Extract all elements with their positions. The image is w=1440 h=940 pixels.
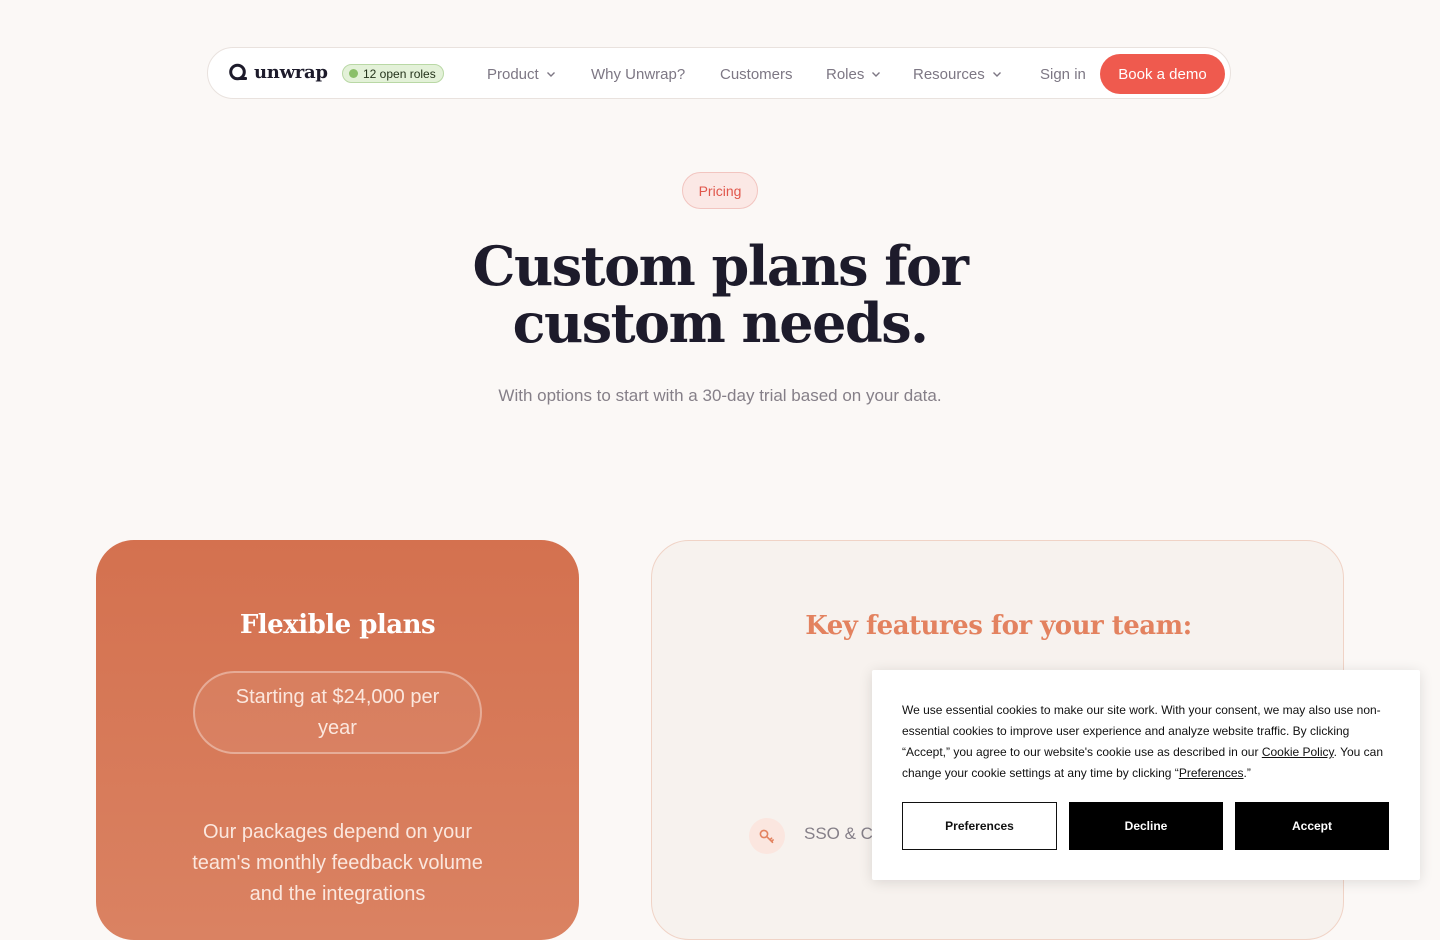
sign-in-label: Sign in	[1040, 65, 1086, 83]
nav-item-label: Resources	[913, 65, 985, 83]
flexible-plans-title: Flexible plans	[239, 610, 436, 640]
nav-item-roles[interactable]: Roles	[826, 64, 881, 84]
nav-item-resources[interactable]: Resources	[913, 64, 1002, 84]
flexible-plans-card: Flexible plans Starting at $24,000 per y…	[96, 540, 579, 940]
decline-button[interactable]: Decline	[1069, 802, 1223, 850]
nav-item-product[interactable]: Product	[487, 64, 556, 84]
nav-item-label: Customers	[720, 65, 793, 83]
preferences-link[interactable]: Preferences	[1179, 766, 1244, 780]
chevron-down-icon	[872, 72, 881, 77]
unwrap-logo-icon	[228, 63, 248, 83]
logo-text: unwrap	[254, 62, 328, 83]
page-title-line-2: custom needs.	[512, 291, 929, 355]
page-title: Custom plans for custom needs.	[0, 238, 1440, 352]
cookie-consent-text: We use essential cookies to make our sit…	[902, 700, 1390, 784]
cookie-policy-link[interactable]: Cookie Policy	[1262, 745, 1334, 759]
accept-button[interactable]: Accept	[1235, 802, 1389, 850]
sign-in-link[interactable]: Sign in	[1040, 64, 1086, 84]
logo[interactable]: unwrap	[228, 62, 328, 83]
flexible-plans-description: Our packages depend on your team's month…	[192, 821, 483, 905]
pricing-pill: Pricing	[682, 172, 758, 209]
open-roles-badge[interactable]: 12 open roles	[342, 64, 444, 83]
nav-item-why-unwrap[interactable]: Why Unwrap?	[591, 64, 685, 84]
top-navigation: unwrap 12 open roles Product Why Unwrap?…	[207, 47, 1231, 99]
chevron-down-icon	[546, 72, 555, 77]
page-title-line-1: Custom plans for	[472, 234, 969, 298]
feature-label: SSO & C	[804, 824, 873, 843]
price-pill: Starting at $24,000 per year	[193, 671, 482, 754]
nav-item-label: Product	[487, 65, 539, 83]
chevron-down-icon	[992, 72, 1001, 77]
nav-item-customers[interactable]: Customers	[720, 64, 793, 84]
status-dot-icon	[349, 69, 358, 78]
nav-item-label: Roles	[826, 65, 865, 83]
cookie-text-part: .”	[1243, 766, 1251, 780]
nav-item-label: Why Unwrap?	[591, 65, 686, 83]
price-text: Starting at $24,000 per year	[235, 685, 440, 739]
key-icon	[749, 818, 785, 854]
cookie-consent-banner: We use essential cookies to make our sit…	[872, 670, 1420, 880]
open-roles-label: 12 open roles	[363, 66, 436, 81]
page-subtitle: With options to start with a 30-day tria…	[498, 386, 942, 405]
book-demo-button[interactable]: Book a demo	[1100, 54, 1225, 94]
key-features-title: Key features for your team:	[805, 611, 1192, 641]
preferences-button[interactable]: Preferences	[902, 802, 1057, 850]
